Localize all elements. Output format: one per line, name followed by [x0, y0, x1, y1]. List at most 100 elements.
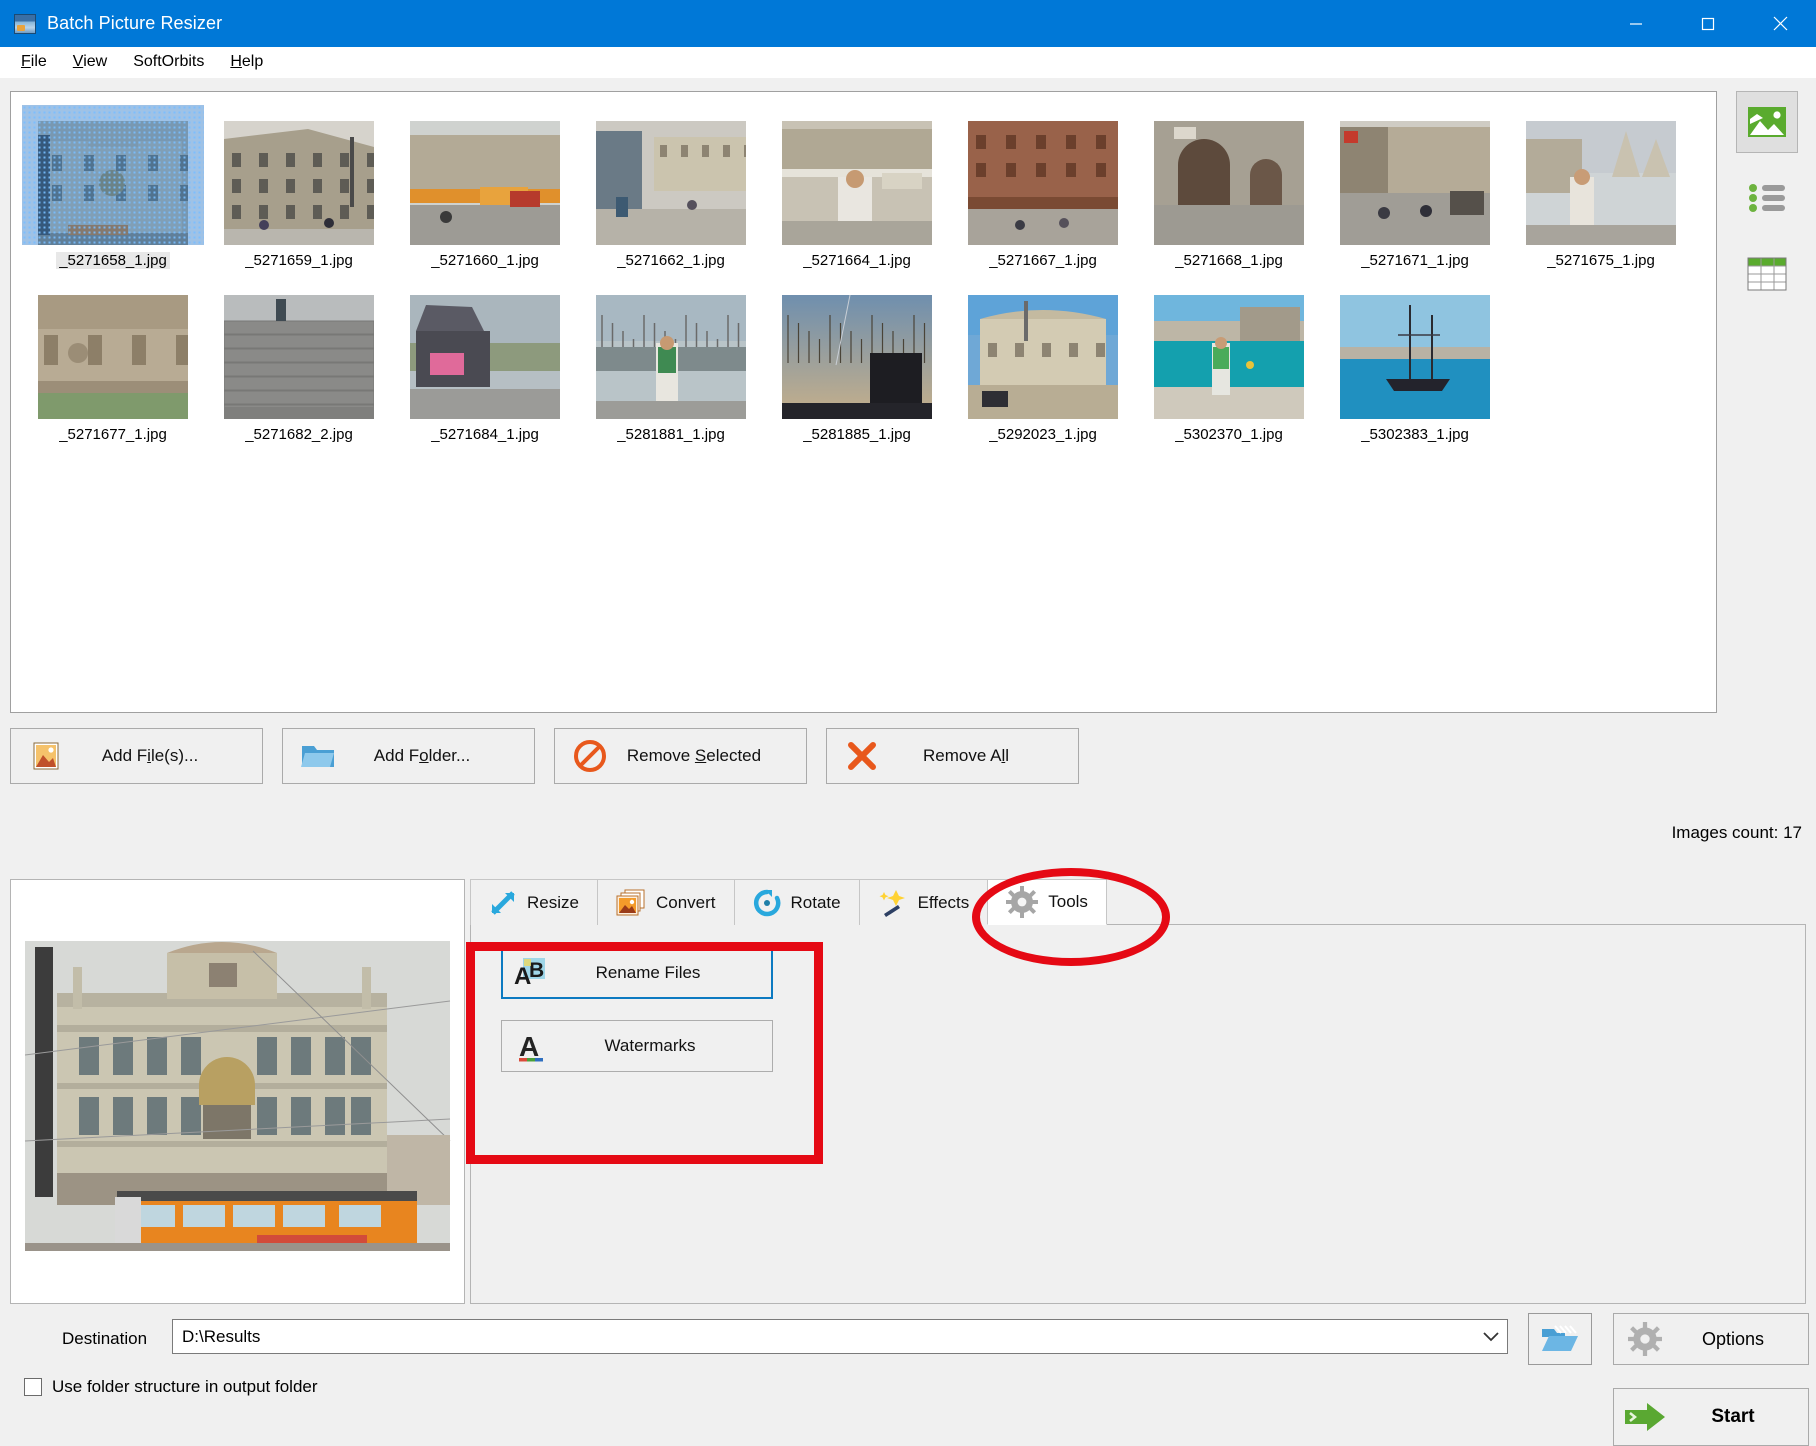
chevron-down-icon[interactable]: [1475, 1332, 1507, 1342]
thumbnail-filename: _5292023_1.jpg: [989, 426, 1097, 443]
thumbnail-item[interactable]: _5271682_2.jpg: [206, 275, 392, 443]
destination-value[interactable]: D:\Results: [173, 1327, 1475, 1347]
thumbnail-item[interactable]: _5281885_1.jpg: [764, 275, 950, 443]
thumbnail-image[interactable]: [394, 105, 576, 245]
add-files-button[interactable]: Add File(s)...: [10, 728, 263, 784]
thumbnail-item[interactable]: _5271662_1.jpg: [578, 101, 764, 269]
minimize-icon[interactable]: [1600, 0, 1672, 47]
thumbnail-item[interactable]: _5271664_1.jpg: [764, 101, 950, 269]
thumbnail-image[interactable]: [1138, 105, 1320, 245]
thumbnail-filename: _5271659_1.jpg: [245, 252, 353, 269]
thumbnail-image[interactable]: [208, 105, 390, 245]
file-list-panel[interactable]: _5271658_1.jpg _5271659_1.jpg _5271660_1…: [10, 91, 1717, 713]
add-folder-button[interactable]: Add Folder...: [282, 728, 535, 784]
thumbnail-item[interactable]: _5292023_1.jpg: [950, 275, 1136, 443]
thumbnail-image[interactable]: [580, 279, 762, 419]
start-button[interactable]: Start: [1613, 1388, 1809, 1446]
thumbnail-item[interactable]: _5271659_1.jpg: [206, 101, 392, 269]
thumbnail-image[interactable]: [952, 279, 1134, 419]
destination-label: Destination: [62, 1329, 147, 1349]
thumbnail-image[interactable]: [1510, 105, 1692, 245]
thumbnail-image[interactable]: [22, 105, 204, 245]
tab-rotate-label: Rotate: [791, 893, 841, 913]
thumbnail-item[interactable]: _5271660_1.jpg: [392, 101, 578, 269]
thumbnail-image[interactable]: [766, 105, 948, 245]
thumbnail-filename: _5271675_1.jpg: [1547, 252, 1655, 269]
thumbnail-item[interactable]: _5271675_1.jpg: [1508, 101, 1694, 269]
thumbnail-view-button[interactable]: [1736, 91, 1798, 153]
thumbnail-grid: _5271658_1.jpg _5271659_1.jpg _5271660_1…: [20, 101, 1710, 449]
table-icon: [1747, 257, 1787, 291]
thumbnail-image[interactable]: [394, 279, 576, 419]
destination-combobox[interactable]: D:\Results: [172, 1319, 1508, 1354]
thumbnail-item[interactable]: _5281881_1.jpg: [578, 275, 764, 443]
thumbnail-item[interactable]: _5271684_1.jpg: [392, 275, 578, 443]
tab-strip: Resize Convert Rota: [470, 879, 1806, 925]
thumbnail-filename: _5271667_1.jpg: [989, 252, 1097, 269]
thumbnail-item[interactable]: _5271668_1.jpg: [1136, 101, 1322, 269]
thumbnail-image[interactable]: [1324, 279, 1506, 419]
menu-item-file[interactable]: File: [8, 50, 60, 74]
thumbnail-image[interactable]: [1138, 279, 1320, 419]
thumbnail-filename: _5271658_1.jpg: [56, 252, 170, 269]
thumbnail-item[interactable]: _5271677_1.jpg: [20, 275, 206, 443]
tab-convert[interactable]: Convert: [597, 879, 735, 925]
options-button[interactable]: Options: [1613, 1313, 1809, 1365]
details-view-button[interactable]: [1736, 243, 1798, 305]
thumbnail-item[interactable]: _5271658_1.jpg: [20, 101, 206, 269]
menu-item-view[interactable]: View: [60, 50, 120, 74]
thumbnail-image[interactable]: [22, 279, 204, 419]
remove-all-button[interactable]: Remove All: [826, 728, 1079, 784]
picture-add-icon: [20, 741, 72, 771]
thumbnail-filename: _5271660_1.jpg: [431, 252, 539, 269]
use-folder-structure-row[interactable]: Use folder structure in output folder: [24, 1377, 318, 1397]
tab-effects[interactable]: Effects: [859, 879, 989, 925]
thumbnail-item[interactable]: _5302383_1.jpg: [1322, 275, 1508, 443]
use-folder-structure-checkbox[interactable]: [24, 1378, 42, 1396]
thumbnail-image[interactable]: [208, 279, 390, 419]
no-entry-icon: [564, 740, 616, 772]
start-label: Start: [1676, 1406, 1808, 1428]
list-view-button[interactable]: [1736, 167, 1798, 229]
thumbnail-item[interactable]: _5271667_1.jpg: [950, 101, 1136, 269]
view-mode-bar: [1727, 91, 1806, 319]
open-folder-icon: [1541, 1323, 1579, 1355]
close-icon[interactable]: [1744, 0, 1816, 47]
maximize-icon[interactable]: [1672, 0, 1744, 47]
add-folder-label: Add Folder...: [344, 746, 534, 766]
tab-resize-label: Resize: [527, 893, 579, 913]
list-icon: [1747, 182, 1787, 214]
rename-ab-icon: A B: [507, 957, 553, 989]
svg-text:B: B: [529, 959, 544, 982]
thumbnail-item[interactable]: _5302370_1.jpg: [1136, 275, 1322, 443]
thumbnail-filename: _5271684_1.jpg: [431, 426, 539, 443]
gear-icon: [1006, 886, 1038, 918]
browse-folder-button[interactable]: [1528, 1313, 1592, 1365]
file-action-buttons: Add File(s)... Add Folder... Remove Sele…: [10, 728, 1079, 784]
rename-files-button[interactable]: A B Rename Files: [501, 947, 773, 999]
tab-resize[interactable]: Resize: [470, 879, 598, 925]
watermarks-button[interactable]: A Watermarks: [501, 1020, 773, 1072]
watermark-a-icon: A: [510, 1030, 556, 1062]
menu-item-softorbits[interactable]: SoftOrbits: [120, 50, 217, 74]
remove-selected-button[interactable]: Remove Selected: [554, 728, 807, 784]
remove-selected-label: Remove Selected: [616, 746, 806, 766]
thumbnail-item[interactable]: _5271671_1.jpg: [1322, 101, 1508, 269]
preview-image: [17, 905, 458, 1279]
image-preview: [10, 879, 465, 1304]
tab-tools[interactable]: Tools: [987, 879, 1107, 925]
tab-rotate[interactable]: Rotate: [734, 879, 860, 925]
thumbnail-filename: _5271671_1.jpg: [1361, 252, 1469, 269]
thumbnail-filename: _5271664_1.jpg: [803, 252, 911, 269]
menu-item-help[interactable]: Help: [217, 50, 276, 74]
app-picture-icon: [14, 14, 36, 34]
gear-icon: [1614, 1322, 1676, 1356]
window-title: Batch Picture Resizer: [47, 13, 222, 34]
thumbnail-image[interactable]: [766, 279, 948, 419]
thumbnail-filename: _5271677_1.jpg: [59, 426, 167, 443]
thumbnail-image[interactable]: [952, 105, 1134, 245]
thumbnail-image[interactable]: [580, 105, 762, 245]
thumbnail-image[interactable]: [1324, 105, 1506, 245]
magic-wand-icon: [878, 888, 908, 918]
red-cross-icon: [836, 741, 888, 771]
